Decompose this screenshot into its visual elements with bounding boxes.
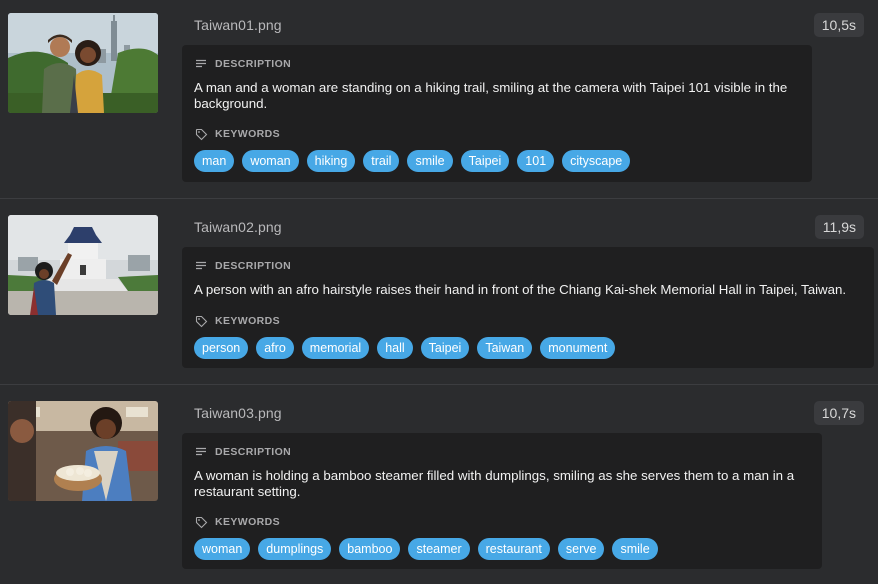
description-heading: DESCRIPTION <box>194 57 800 71</box>
keyword-chip[interactable]: restaurant <box>477 538 550 560</box>
image-description: A person with an afro hairstyle raises t… <box>194 282 847 297</box>
keyword-chip[interactable]: man <box>194 150 235 172</box>
keyword-chip[interactable]: hall <box>377 337 413 359</box>
thumbnail-taiwan02[interactable] <box>8 215 158 315</box>
thumbnail-taiwan01[interactable] <box>8 13 158 113</box>
keyword-chip[interactable]: smile <box>612 538 658 560</box>
tag-icon <box>194 314 208 328</box>
keyword-chip[interactable]: bamboo <box>339 538 401 560</box>
keyword-list: man woman hiking trail smile Taipei 101 … <box>194 150 800 172</box>
image-description: A man and a woman are standing on a hiki… <box>194 80 788 111</box>
hiking-couple-image <box>8 13 158 113</box>
tag-icon <box>194 515 208 529</box>
keyword-chip[interactable]: dumplings <box>258 538 332 560</box>
results-list: Taiwan01.png 10,5s DESCRIPTION A man and… <box>0 0 878 584</box>
description-heading: DESCRIPTION <box>194 445 810 459</box>
keyword-chip[interactable]: Taiwan <box>477 337 533 359</box>
keyword-chip[interactable]: serve <box>557 538 605 560</box>
keyword-chip[interactable]: steamer <box>408 538 470 560</box>
keywords-heading: KEYWORDS <box>194 515 810 529</box>
text-lines-icon <box>194 259 208 273</box>
dumplings-restaurant-image <box>8 401 158 501</box>
keyword-chip[interactable]: woman <box>242 150 299 172</box>
text-lines-icon <box>194 57 208 71</box>
keyword-chip[interactable]: Taipei <box>420 337 470 359</box>
metadata-card: DESCRIPTION A man and a woman are standi… <box>182 45 812 182</box>
thumbnail-taiwan03[interactable] <box>8 401 158 501</box>
keyword-chip[interactable]: Taipei <box>460 150 510 172</box>
file-name: Taiwan02.png <box>194 219 282 235</box>
image-description: A woman is holding a bamboo steamer fill… <box>194 468 795 499</box>
keyword-list: woman dumplings bamboo steamer restauran… <box>194 538 810 560</box>
keyword-chip[interactable]: person <box>194 337 249 359</box>
keyword-chip[interactable]: 101 <box>517 150 555 172</box>
memorial-hall-image <box>8 215 158 315</box>
description-heading: DESCRIPTION <box>194 259 862 273</box>
processing-time-badge: 11,9s <box>814 215 864 239</box>
row-divider <box>0 384 878 385</box>
processing-time-badge: 10,5s <box>813 13 864 37</box>
tag-icon <box>194 127 208 141</box>
keyword-list: person afro memorial hall Taipei Taiwan … <box>194 337 862 359</box>
keyword-chip[interactable]: memorial <box>301 337 370 359</box>
keyword-chip[interactable]: trail <box>363 150 400 172</box>
processing-time-badge: 10,7s <box>813 401 864 425</box>
row-divider <box>0 198 878 199</box>
metadata-card: DESCRIPTION A person with an afro hairst… <box>182 247 874 368</box>
file-name: Taiwan03.png <box>194 405 282 421</box>
keyword-chip[interactable]: afro <box>256 337 294 359</box>
keyword-chip[interactable]: hiking <box>306 150 356 172</box>
file-name: Taiwan01.png <box>194 17 282 33</box>
keyword-chip[interactable]: woman <box>194 538 251 560</box>
keywords-heading: KEYWORDS <box>194 127 800 141</box>
metadata-card: DESCRIPTION A woman is holding a bamboo … <box>182 433 822 569</box>
keyword-chip[interactable]: monument <box>540 337 616 359</box>
text-lines-icon <box>194 445 208 459</box>
keyword-chip[interactable]: smile <box>407 150 453 172</box>
keywords-heading: KEYWORDS <box>194 314 862 328</box>
keyword-chip[interactable]: cityscape <box>562 150 631 172</box>
